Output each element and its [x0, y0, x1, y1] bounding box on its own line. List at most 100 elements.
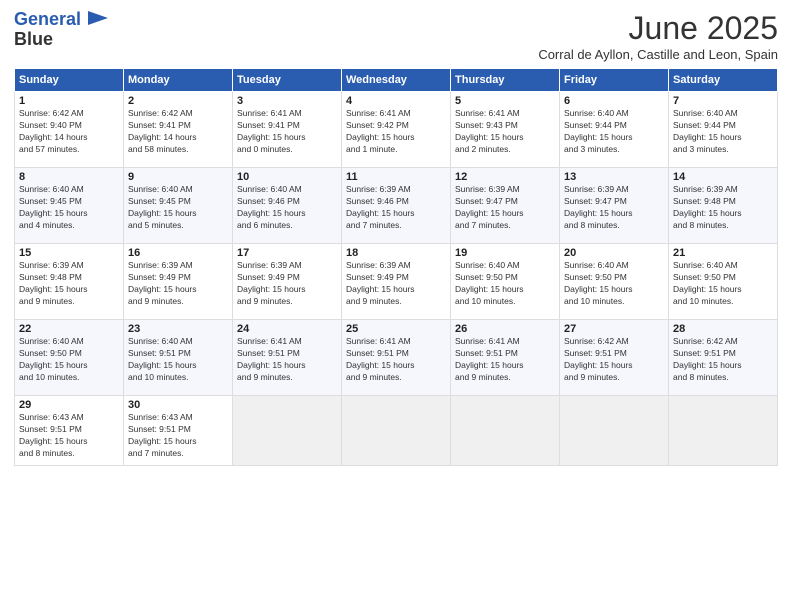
day-number: 21	[673, 247, 773, 259]
day-info: Sunrise: 6:41 AM Sunset: 9:51 PM Dayligh…	[455, 336, 555, 384]
table-row: 6Sunrise: 6:40 AM Sunset: 9:44 PM Daylig…	[560, 92, 669, 168]
table-row: 15Sunrise: 6:39 AM Sunset: 9:48 PM Dayli…	[15, 244, 124, 320]
table-row: 8Sunrise: 6:40 AM Sunset: 9:45 PM Daylig…	[15, 168, 124, 244]
day-number: 4	[346, 95, 446, 107]
day-number: 23	[128, 323, 228, 335]
title-section: June 2025 Corral de Ayllon, Castille and…	[538, 10, 778, 62]
table-row: 7Sunrise: 6:40 AM Sunset: 9:44 PM Daylig…	[669, 92, 778, 168]
table-row: 20Sunrise: 6:40 AM Sunset: 9:50 PM Dayli…	[560, 244, 669, 320]
day-info: Sunrise: 6:39 AM Sunset: 9:49 PM Dayligh…	[346, 260, 446, 308]
header-thursday: Thursday	[451, 69, 560, 92]
day-number: 12	[455, 171, 555, 183]
table-row: 3Sunrise: 6:41 AM Sunset: 9:41 PM Daylig…	[233, 92, 342, 168]
table-row: 11Sunrise: 6:39 AM Sunset: 9:46 PM Dayli…	[342, 168, 451, 244]
day-number: 18	[346, 247, 446, 259]
location-subtitle: Corral de Ayllon, Castille and Leon, Spa…	[538, 47, 778, 62]
calendar-week-row: 22Sunrise: 6:40 AM Sunset: 9:50 PM Dayli…	[15, 320, 778, 396]
day-number: 14	[673, 171, 773, 183]
table-row: 22Sunrise: 6:40 AM Sunset: 9:50 PM Dayli…	[15, 320, 124, 396]
logo-text: General	[14, 10, 108, 30]
table-row: 29Sunrise: 6:43 AM Sunset: 9:51 PM Dayli…	[15, 396, 124, 466]
day-info: Sunrise: 6:40 AM Sunset: 9:44 PM Dayligh…	[564, 108, 664, 156]
day-number: 5	[455, 95, 555, 107]
table-row: 16Sunrise: 6:39 AM Sunset: 9:49 PM Dayli…	[124, 244, 233, 320]
table-row: 19Sunrise: 6:40 AM Sunset: 9:50 PM Dayli…	[451, 244, 560, 320]
table-row: 25Sunrise: 6:41 AM Sunset: 9:51 PM Dayli…	[342, 320, 451, 396]
header-monday: Monday	[124, 69, 233, 92]
table-row: 2Sunrise: 6:42 AM Sunset: 9:41 PM Daylig…	[124, 92, 233, 168]
table-row: 27Sunrise: 6:42 AM Sunset: 9:51 PM Dayli…	[560, 320, 669, 396]
calendar-week-row: 8Sunrise: 6:40 AM Sunset: 9:45 PM Daylig…	[15, 168, 778, 244]
day-info: Sunrise: 6:43 AM Sunset: 9:51 PM Dayligh…	[128, 412, 228, 460]
table-row: 18Sunrise: 6:39 AM Sunset: 9:49 PM Dayli…	[342, 244, 451, 320]
header-sunday: Sunday	[15, 69, 124, 92]
day-info: Sunrise: 6:39 AM Sunset: 9:47 PM Dayligh…	[455, 184, 555, 232]
day-info: Sunrise: 6:40 AM Sunset: 9:50 PM Dayligh…	[455, 260, 555, 308]
table-row: 12Sunrise: 6:39 AM Sunset: 9:47 PM Dayli…	[451, 168, 560, 244]
header-saturday: Saturday	[669, 69, 778, 92]
table-row: 17Sunrise: 6:39 AM Sunset: 9:49 PM Dayli…	[233, 244, 342, 320]
table-row: 1Sunrise: 6:42 AM Sunset: 9:40 PM Daylig…	[15, 92, 124, 168]
day-info: Sunrise: 6:39 AM Sunset: 9:48 PM Dayligh…	[19, 260, 119, 308]
day-info: Sunrise: 6:40 AM Sunset: 9:50 PM Dayligh…	[19, 336, 119, 384]
day-number: 22	[19, 323, 119, 335]
logo-blue: Blue	[14, 30, 53, 50]
table-row: 10Sunrise: 6:40 AM Sunset: 9:46 PM Dayli…	[233, 168, 342, 244]
header-wednesday: Wednesday	[342, 69, 451, 92]
day-info: Sunrise: 6:39 AM Sunset: 9:49 PM Dayligh…	[237, 260, 337, 308]
day-number: 11	[346, 171, 446, 183]
day-number: 10	[237, 171, 337, 183]
calendar-week-row: 15Sunrise: 6:39 AM Sunset: 9:48 PM Dayli…	[15, 244, 778, 320]
day-info: Sunrise: 6:40 AM Sunset: 9:46 PM Dayligh…	[237, 184, 337, 232]
day-info: Sunrise: 6:42 AM Sunset: 9:41 PM Dayligh…	[128, 108, 228, 156]
day-number: 27	[564, 323, 664, 335]
day-number: 8	[19, 171, 119, 183]
day-info: Sunrise: 6:40 AM Sunset: 9:45 PM Dayligh…	[19, 184, 119, 232]
table-row	[451, 396, 560, 466]
day-number: 24	[237, 323, 337, 335]
day-info: Sunrise: 6:43 AM Sunset: 9:51 PM Dayligh…	[19, 412, 119, 460]
day-info: Sunrise: 6:40 AM Sunset: 9:45 PM Dayligh…	[128, 184, 228, 232]
header-tuesday: Tuesday	[233, 69, 342, 92]
calendar-header-row: Sunday Monday Tuesday Wednesday Thursday…	[15, 69, 778, 92]
day-info: Sunrise: 6:41 AM Sunset: 9:43 PM Dayligh…	[455, 108, 555, 156]
calendar-week-row: 29Sunrise: 6:43 AM Sunset: 9:51 PM Dayli…	[15, 396, 778, 466]
page-header: General Blue June 2025 Corral de Ayllon,…	[14, 10, 778, 62]
day-info: Sunrise: 6:39 AM Sunset: 9:48 PM Dayligh…	[673, 184, 773, 232]
day-info: Sunrise: 6:39 AM Sunset: 9:47 PM Dayligh…	[564, 184, 664, 232]
day-info: Sunrise: 6:40 AM Sunset: 9:44 PM Dayligh…	[673, 108, 773, 156]
day-number: 3	[237, 95, 337, 107]
table-row: 13Sunrise: 6:39 AM Sunset: 9:47 PM Dayli…	[560, 168, 669, 244]
day-info: Sunrise: 6:41 AM Sunset: 9:42 PM Dayligh…	[346, 108, 446, 156]
day-number: 7	[673, 95, 773, 107]
logo-flag-icon	[88, 11, 108, 25]
day-info: Sunrise: 6:39 AM Sunset: 9:46 PM Dayligh…	[346, 184, 446, 232]
month-title: June 2025	[538, 10, 778, 47]
logo: General Blue	[14, 10, 108, 50]
calendar-table: Sunday Monday Tuesday Wednesday Thursday…	[14, 68, 778, 466]
day-number: 9	[128, 171, 228, 183]
table-row	[669, 396, 778, 466]
table-row: 21Sunrise: 6:40 AM Sunset: 9:50 PM Dayli…	[669, 244, 778, 320]
day-number: 19	[455, 247, 555, 259]
table-row: 5Sunrise: 6:41 AM Sunset: 9:43 PM Daylig…	[451, 92, 560, 168]
logo-general: General	[14, 9, 81, 29]
day-info: Sunrise: 6:42 AM Sunset: 9:40 PM Dayligh…	[19, 108, 119, 156]
day-number: 16	[128, 247, 228, 259]
day-info: Sunrise: 6:40 AM Sunset: 9:50 PM Dayligh…	[673, 260, 773, 308]
table-row: 24Sunrise: 6:41 AM Sunset: 9:51 PM Dayli…	[233, 320, 342, 396]
table-row	[342, 396, 451, 466]
day-number: 1	[19, 95, 119, 107]
day-number: 2	[128, 95, 228, 107]
day-number: 26	[455, 323, 555, 335]
calendar-week-row: 1Sunrise: 6:42 AM Sunset: 9:40 PM Daylig…	[15, 92, 778, 168]
day-number: 29	[19, 399, 119, 411]
table-row: 14Sunrise: 6:39 AM Sunset: 9:48 PM Dayli…	[669, 168, 778, 244]
table-row	[560, 396, 669, 466]
day-info: Sunrise: 6:41 AM Sunset: 9:51 PM Dayligh…	[346, 336, 446, 384]
day-number: 15	[19, 247, 119, 259]
table-row	[233, 396, 342, 466]
table-row: 30Sunrise: 6:43 AM Sunset: 9:51 PM Dayli…	[124, 396, 233, 466]
day-info: Sunrise: 6:41 AM Sunset: 9:51 PM Dayligh…	[237, 336, 337, 384]
day-number: 13	[564, 171, 664, 183]
